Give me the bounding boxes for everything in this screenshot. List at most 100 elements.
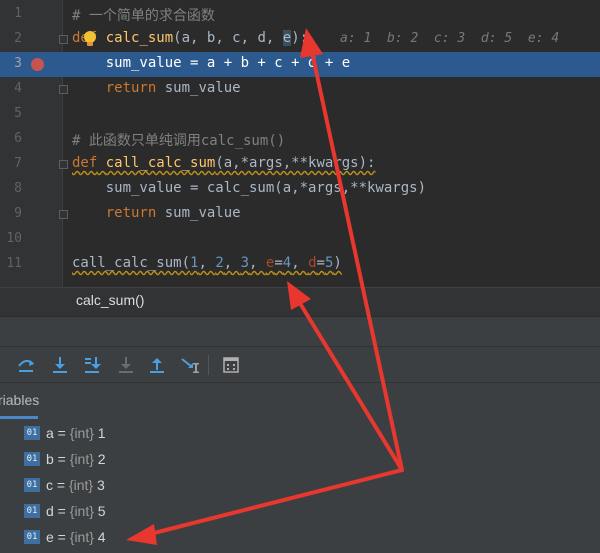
code-line-7[interactable]: 7 def call_calc_sum(a,*args,**kwargs):: [0, 152, 600, 177]
variable-name: a: [46, 425, 54, 441]
params: a, b, c, d,: [181, 30, 283, 46]
line-number: 5: [14, 106, 22, 121]
breadcrumb-text: calc_sum(): [76, 292, 145, 308]
code-text: # 此函数只单纯调用calc_sum(): [72, 130, 285, 150]
int-type-icon: 01: [24, 426, 40, 440]
run-to-cursor-icon[interactable]: [180, 355, 200, 375]
variable-row-b[interactable]: 01 b = {int} 2: [0, 447, 600, 473]
code-text: return sum_value: [72, 80, 241, 96]
variable-type: {int}: [69, 503, 94, 519]
comma: ,: [249, 255, 266, 271]
variable-row-c[interactable]: 01 c = {int} 3: [0, 473, 600, 499]
fold-marker-icon[interactable]: [59, 210, 68, 219]
code-line-6[interactable]: 6 # 此函数只单纯调用calc_sum(): [0, 127, 600, 152]
line-number: 10: [6, 231, 22, 246]
line-number: 7: [14, 156, 22, 171]
comment: # 一个简单的求合函数: [72, 8, 215, 24]
variable-text: d = {int} 5: [46, 503, 106, 519]
variable-text: c = {int} 3: [46, 477, 105, 493]
code-text: call_calc_sum(1, 2, 3, e=4, d=5): [72, 255, 342, 271]
line-number: 2: [14, 31, 22, 46]
code-line-3-current[interactable]: 3 sum_value = a + b + c + d + e: [0, 52, 600, 77]
fold-marker-icon[interactable]: [59, 35, 68, 44]
variable-row-d[interactable]: 01 d = {int} 5: [0, 499, 600, 525]
variable-text: e = {int} 4: [46, 529, 106, 545]
tab-variables[interactable]: riables: [0, 392, 39, 408]
variable-type: {int}: [69, 529, 94, 545]
variables-list: 01 a = {int} 1 01 b = {int} 2 01 c = {in…: [0, 419, 600, 553]
fold-marker-icon[interactable]: [59, 85, 68, 94]
code-line-10[interactable]: 10: [0, 227, 600, 252]
keyword-return: return: [72, 80, 157, 96]
comma: ,: [198, 255, 216, 271]
line-number: 6: [14, 131, 22, 146]
force-step-into-icon[interactable]: [116, 355, 136, 375]
return-value: sum_value: [156, 80, 241, 96]
function-name: calc_sum: [105, 30, 174, 46]
keyword-def: def: [72, 155, 98, 171]
code-line-5[interactable]: 5: [0, 102, 600, 127]
equals: =: [274, 255, 283, 271]
line-number: 9: [14, 206, 22, 221]
variable-value: 2: [93, 451, 106, 467]
int-type-icon: 01: [24, 504, 40, 518]
int-type-icon: 01: [24, 530, 40, 544]
variable-value: 3: [93, 477, 105, 493]
debug-toolbar: [0, 346, 600, 383]
arg-number: 3: [240, 255, 250, 271]
evaluate-expression-icon[interactable]: [221, 355, 241, 375]
line-number: 11: [6, 256, 22, 271]
variable-text: b = {int} 2: [46, 451, 106, 467]
kwarg-name: d: [308, 255, 317, 271]
code-text: def calc_sum(a, b, c, d, e):: [72, 30, 308, 46]
line-number: 4: [14, 81, 22, 96]
paren-close: ):: [291, 30, 309, 46]
fold-marker-icon[interactable]: [59, 160, 68, 169]
paren-close: ): [333, 255, 342, 271]
equals: =: [53, 451, 70, 467]
line-number: 3: [14, 56, 22, 71]
int-type-icon: 01: [24, 478, 40, 492]
code-line-2[interactable]: 2 def calc_sum(a, b, c, d, e): a: 1 b: 2…: [0, 27, 600, 52]
step-over-icon[interactable]: [16, 355, 36, 375]
param-e-highlight: e: [282, 30, 292, 46]
variable-row-e[interactable]: 01 e = {int} 4: [0, 525, 600, 551]
code-text: sum_value = calc_sum(a,*args,**kwargs): [72, 180, 427, 196]
code-line-9[interactable]: 9 return sum_value: [0, 202, 600, 227]
code-editor[interactable]: 1 # 一个简单的求合函数 2 def calc_sum(a, b, c, d,…: [0, 0, 600, 287]
line-number: 8: [14, 181, 22, 196]
step-into-my-code-icon[interactable]: [82, 355, 102, 375]
equals: =: [53, 503, 70, 519]
variable-name: d: [46, 503, 54, 519]
code-line-8[interactable]: 8 sum_value = calc_sum(a,*args,**kwargs): [0, 177, 600, 202]
debug-tabs: riables: [0, 382, 600, 420]
comma: ,: [291, 255, 309, 271]
variable-row-a[interactable]: 01 a = {int} 1: [0, 421, 600, 447]
code-line-4[interactable]: 4 return sum_value: [0, 77, 600, 102]
equals: =: [53, 425, 70, 441]
equals: =: [53, 529, 70, 545]
code-line-1[interactable]: 1 # 一个简单的求合函数: [0, 2, 600, 27]
breakpoint-icon[interactable]: [31, 58, 44, 71]
equals: =: [53, 477, 69, 493]
variable-name: c: [46, 477, 53, 493]
variable-name: e: [46, 529, 54, 545]
function-breadcrumb[interactable]: calc_sum(): [0, 287, 600, 316]
arg-number: 2: [215, 255, 224, 271]
step-out-icon[interactable]: [147, 355, 167, 375]
toolbar-separator: [208, 355, 209, 375]
variable-value: 4: [93, 529, 106, 545]
keyword-return: return: [72, 205, 157, 221]
lightbulb-icon[interactable]: [82, 30, 98, 48]
arg-number: 4: [282, 255, 292, 271]
variable-type: {int}: [69, 425, 94, 441]
params: (a,*args,**kwargs):: [215, 155, 376, 171]
line-number: 1: [14, 6, 22, 21]
code-line-11[interactable]: 11 call_calc_sum(1, 2, 3, e=4, d=5): [0, 252, 600, 277]
step-into-icon[interactable]: [50, 355, 70, 375]
code-text: # 一个简单的求合函数: [72, 5, 215, 25]
return-value: sum_value: [156, 205, 241, 221]
variable-text: a = {int} 1: [46, 425, 106, 441]
inline-debug-values: a: 1 b: 2 c: 3 d: 5 e: 4: [340, 31, 560, 46]
